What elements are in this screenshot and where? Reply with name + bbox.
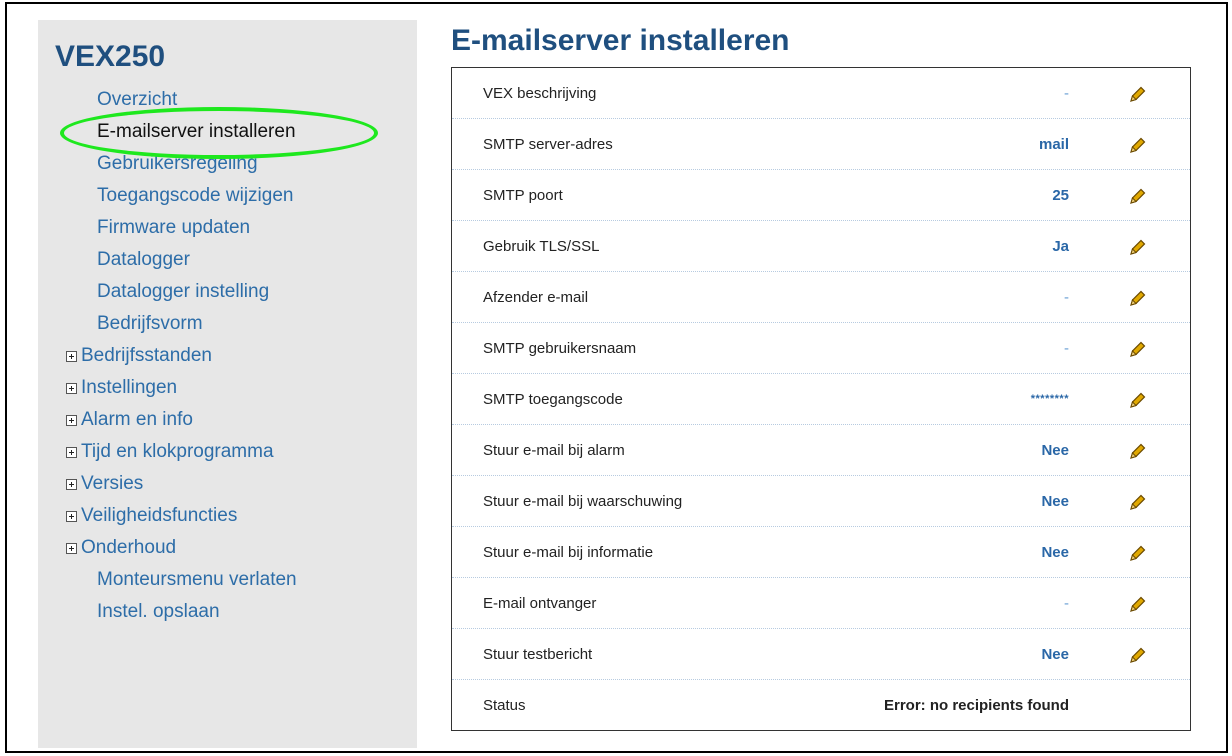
expand-plus-icon[interactable] — [66, 382, 77, 394]
settings-row: SMTP server-adres mail — [452, 119, 1190, 170]
setting-label: VEX beschrijving — [483, 84, 597, 102]
nav-group-instellingen[interactable]: Instellingen — [55, 372, 415, 404]
settings-row: Gebruik TLS/SSL Ja — [452, 221, 1190, 272]
brand-title: VEX250 — [55, 40, 166, 73]
nav-item-monteursmenu-verlaten[interactable]: Monteursmenu verlaten — [55, 564, 415, 596]
settings-row: SMTP poort 25 — [452, 170, 1190, 221]
nav-group-label: Alarm en info — [81, 409, 193, 430]
setting-value: Nee — [1041, 645, 1069, 663]
nav-item-datalogger-instelling[interactable]: Datalogger instelling — [55, 276, 415, 308]
settings-row: Stuur e-mail bij informatie Nee — [452, 527, 1190, 578]
nav-group-alarm-en-info[interactable]: Alarm en info — [55, 404, 415, 436]
sidebar-nav: Overzicht E-mailserver installeren Gebru… — [55, 84, 415, 628]
nav-item-e-mailserver-installeren[interactable]: E-mailserver installeren — [55, 116, 415, 148]
setting-value: Nee — [1041, 492, 1069, 510]
nav-group-bedrijfsstanden[interactable]: Bedrijfsstanden — [55, 340, 415, 372]
setting-label: Afzender e-mail — [483, 288, 589, 306]
nav-item-bedrijfsvorm[interactable]: Bedrijfsvorm — [55, 308, 415, 340]
setting-value: Ja — [1052, 237, 1069, 255]
pencil-edit-icon[interactable] — [1128, 492, 1148, 512]
setting-label: Gebruik TLS/SSL — [483, 237, 600, 255]
settings-row: Afzender e-mail - — [452, 272, 1190, 323]
pencil-edit-icon[interactable] — [1128, 288, 1148, 308]
setting-label: SMTP gebruikersnaam — [483, 339, 637, 357]
setting-label: Stuur e-mail bij informatie — [483, 543, 654, 561]
page-title: E-mailserver installeren — [451, 24, 790, 57]
nav-group-label: Veiligheidsfuncties — [81, 505, 238, 526]
status-label: Status — [483, 697, 526, 714]
pencil-edit-icon[interactable] — [1128, 645, 1148, 665]
nav-item-gebruikersregeling[interactable]: Gebruikersregeling — [55, 148, 415, 180]
pencil-edit-icon[interactable] — [1128, 237, 1148, 257]
setting-label: E-mail ontvanger — [483, 594, 597, 612]
nav-group-label: Tijd en klokprogramma — [81, 441, 274, 462]
setting-label: Stuur e-mail bij alarm — [483, 441, 625, 459]
nav-group-tijd-en-klokprogramma[interactable]: Tijd en klokprogramma — [55, 436, 415, 468]
nav-item-instel-opslaan[interactable]: Instel. opslaan — [55, 596, 415, 628]
setting-label: Stuur e-mail bij waarschuwing — [483, 492, 683, 510]
settings-row: Stuur testbericht Nee — [452, 629, 1190, 680]
setting-value: Nee — [1041, 543, 1069, 561]
expand-plus-icon[interactable] — [66, 478, 77, 490]
settings-panel: VEX beschrijving - SMTP server-adres mai… — [451, 67, 1191, 731]
setting-value: - — [1064, 594, 1069, 612]
expand-plus-icon[interactable] — [66, 542, 77, 554]
setting-value: - — [1064, 288, 1069, 306]
nav-group-veiligheidsfuncties[interactable]: Veiligheidsfuncties — [55, 500, 415, 532]
nav-group-label: Bedrijfsstanden — [81, 345, 212, 366]
status-value: Error: no recipients found — [883, 697, 1069, 714]
nav-item-overzicht[interactable]: Overzicht — [55, 84, 415, 116]
setting-value: Nee — [1041, 441, 1069, 459]
expand-plus-icon[interactable] — [66, 446, 77, 458]
nav-group-versies[interactable]: Versies — [55, 468, 415, 500]
setting-value: ******** — [1030, 393, 1069, 405]
setting-label: SMTP toegangscode — [483, 390, 623, 408]
settings-row: Stuur e-mail bij waarschuwing Nee — [452, 476, 1190, 527]
nav-item-toegangscode-wijzigen[interactable]: Toegangscode wijzigen — [55, 180, 415, 212]
pencil-edit-icon[interactable] — [1128, 441, 1148, 461]
pencil-edit-icon[interactable] — [1128, 186, 1148, 206]
nav-group-label: Instellingen — [81, 377, 178, 398]
setting-value: - — [1064, 339, 1069, 357]
status-row: Status Error: no recipients found — [452, 680, 1190, 731]
pencil-edit-icon[interactable] — [1128, 390, 1148, 410]
expand-plus-icon[interactable] — [66, 414, 77, 426]
pencil-edit-icon[interactable] — [1128, 135, 1148, 155]
pencil-edit-icon[interactable] — [1128, 84, 1148, 104]
setting-label: SMTP poort — [483, 186, 563, 204]
settings-row: Stuur e-mail bij alarm Nee — [452, 425, 1190, 476]
nav-item-datalogger[interactable]: Datalogger — [55, 244, 415, 276]
nav-group-onderhoud[interactable]: Onderhoud — [55, 532, 415, 564]
settings-row: E-mail ontvanger - — [452, 578, 1190, 629]
setting-label: Stuur testbericht — [483, 645, 593, 663]
nav-group-label: Versies — [81, 473, 144, 494]
settings-row: VEX beschrijving - — [452, 68, 1190, 119]
settings-row: SMTP toegangscode ******** — [452, 374, 1190, 425]
pencil-edit-icon[interactable] — [1128, 543, 1148, 563]
settings-row: SMTP gebruikersnaam - — [452, 323, 1190, 374]
setting-value: - — [1064, 84, 1069, 102]
setting-value: 25 — [1052, 186, 1069, 204]
pencil-edit-icon[interactable] — [1128, 594, 1148, 614]
nav-item-firmware-updaten[interactable]: Firmware updaten — [55, 212, 415, 244]
expand-plus-icon[interactable] — [66, 510, 77, 522]
nav-group-label: Onderhoud — [81, 537, 177, 558]
setting-value: mail — [1038, 135, 1069, 153]
pencil-edit-icon[interactable] — [1128, 339, 1148, 359]
setting-label: SMTP server-adres — [483, 135, 613, 153]
expand-plus-icon[interactable] — [66, 350, 77, 362]
